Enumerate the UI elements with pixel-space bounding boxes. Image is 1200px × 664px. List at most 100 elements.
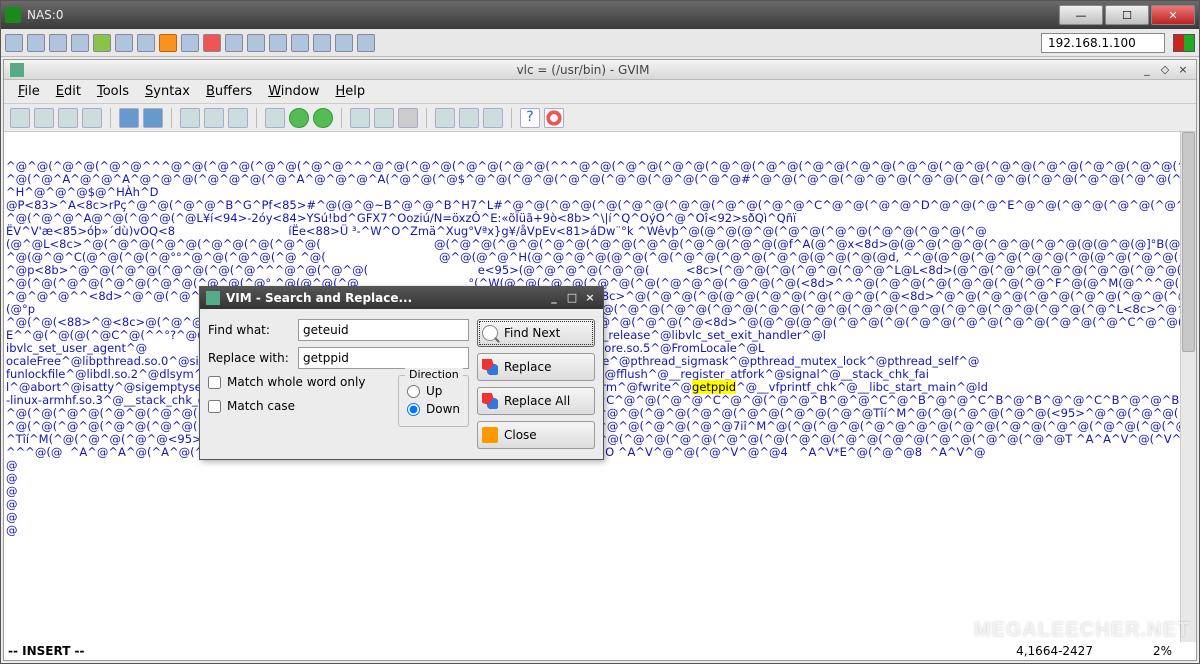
make-icon[interactable] xyxy=(374,108,394,128)
toolbar-icon-13[interactable] xyxy=(291,34,309,52)
help-question-icon[interactable]: ? xyxy=(520,108,540,128)
dialog-close-button[interactable]: × xyxy=(583,291,597,305)
cursor-position: 4,1664-2427 xyxy=(1016,644,1093,658)
match-word-label: Match whole word only xyxy=(227,375,365,389)
saveall-icon[interactable] xyxy=(58,108,78,128)
calendar-icon[interactable] xyxy=(459,108,479,128)
replace-all-button[interactable]: Replace All xyxy=(477,387,595,415)
toolbar-icon-2[interactable] xyxy=(27,34,45,52)
direction-down-label: Down xyxy=(426,402,460,416)
toolbar-icon-11[interactable] xyxy=(247,34,265,52)
menu-syntax[interactable]: Syntax xyxy=(137,82,198,101)
copy-icon[interactable] xyxy=(204,108,224,128)
findnext-icon[interactable] xyxy=(289,108,309,128)
dialog-title: VIM - Search and Replace... xyxy=(226,291,543,305)
toolbar-icon-4[interactable] xyxy=(71,34,89,52)
tag-icon[interactable] xyxy=(435,108,455,128)
find-label: Find what: xyxy=(208,323,298,337)
replace-label: Replace with: xyxy=(208,351,298,365)
gvim-maximize-button[interactable]: ◇ xyxy=(1158,63,1172,77)
toolbar-icon-16[interactable] xyxy=(357,34,375,52)
mode-indicator: -- INSERT -- xyxy=(8,644,85,658)
session-icon[interactable] xyxy=(350,108,370,128)
window-buttons: — ☐ ✕ xyxy=(1059,5,1195,25)
dialog-minimize-button[interactable]: _ xyxy=(547,291,561,305)
gvim-menubar: File Edit Tools Syntax Buffers Window He… xyxy=(4,80,1196,104)
scroll-percent: 2% xyxy=(1153,644,1172,658)
dialog-maximize-button[interactable]: □ xyxy=(565,291,579,305)
toolbar-icon-10[interactable] xyxy=(225,34,243,52)
direction-group: Direction Up Down xyxy=(398,375,469,427)
find-input[interactable] xyxy=(298,319,469,341)
save-icon[interactable] xyxy=(34,108,54,128)
toolbar-icon-1[interactable] xyxy=(5,34,23,52)
match-case-checkbox[interactable] xyxy=(208,400,221,413)
search-replace-dialog: VIM - Search and Replace... _ □ × Find w… xyxy=(199,286,604,460)
find-next-button[interactable]: Find Next xyxy=(477,319,595,347)
close-icon xyxy=(482,427,498,443)
replace-all-icon xyxy=(482,393,498,409)
menu-help[interactable]: Help xyxy=(327,82,373,101)
direction-up-label: Up xyxy=(426,384,442,398)
close-dialog-button[interactable]: Close xyxy=(477,421,595,449)
direction-down-radio[interactable] xyxy=(407,403,420,416)
direction-up-radio[interactable] xyxy=(407,385,420,398)
cut-icon[interactable] xyxy=(180,108,200,128)
toolbar-icon-14[interactable] xyxy=(313,34,331,52)
find-icon[interactable] xyxy=(265,108,285,128)
gvim-titlebar: vlc = (/usr/bin) - GVIM _ ◇ × xyxy=(4,60,1196,80)
watermark: MEGALEECHER.NET xyxy=(974,619,1190,642)
gvim-icon xyxy=(10,63,24,77)
script-icon[interactable] xyxy=(483,108,503,128)
gvim-title: vlc = (/usr/bin) - GVIM xyxy=(30,63,1136,77)
menu-file[interactable]: File xyxy=(10,82,48,101)
dialog-titlebar[interactable]: VIM - Search and Replace... _ □ × xyxy=(200,287,603,309)
toolbar-icon-15[interactable] xyxy=(335,34,353,52)
match-word-checkbox[interactable] xyxy=(208,376,221,389)
menu-edit[interactable]: Edit xyxy=(48,82,89,101)
close-button[interactable]: ✕ xyxy=(1151,5,1195,25)
redo-icon[interactable] xyxy=(143,108,163,128)
outer-titlebar: NAS:0 — ☐ ✕ xyxy=(1,1,1199,29)
toolbar-icon-6[interactable] xyxy=(115,34,133,52)
gvim-close-button[interactable]: × xyxy=(1176,63,1190,77)
menu-tools[interactable]: Tools xyxy=(89,82,137,101)
outer-window: NAS:0 — ☐ ✕ vlc = (/usr/bin) - GVIM _ xyxy=(0,0,1200,664)
app-icon xyxy=(5,7,21,23)
toolbar-icon-3[interactable] xyxy=(49,34,67,52)
statusbar: -- INSERT -- 4,1664-2427 2% xyxy=(4,642,1196,660)
find-icon xyxy=(482,325,498,341)
toolbar-icon-5[interactable] xyxy=(93,34,111,52)
ip-address-input[interactable] xyxy=(1041,33,1165,53)
findprev-icon[interactable] xyxy=(313,108,333,128)
toolbar-icon-8[interactable] xyxy=(181,34,199,52)
gvim-toolbar: ? xyxy=(4,104,1196,132)
open-icon[interactable] xyxy=(10,108,30,128)
gvim-window: vlc = (/usr/bin) - GVIM _ ◇ × File Edit … xyxy=(3,59,1197,661)
dialog-icon xyxy=(206,291,220,305)
scrollbar-thumb[interactable] xyxy=(1182,132,1195,352)
maximize-button[interactable]: ☐ xyxy=(1105,5,1149,25)
gvim-minimize-button[interactable]: _ xyxy=(1140,63,1154,77)
menu-window[interactable]: Window xyxy=(260,82,327,101)
toolbar-icon-alert[interactable] xyxy=(159,34,177,52)
replace-button[interactable]: Replace xyxy=(477,353,595,381)
undo-icon[interactable] xyxy=(119,108,139,128)
window-title: NAS:0 xyxy=(27,8,1059,22)
toolbar-icon-9[interactable] xyxy=(203,34,221,52)
replace-icon xyxy=(482,359,498,375)
match-case-label: Match case xyxy=(227,399,295,413)
toolbar-icon-7[interactable] xyxy=(137,34,155,52)
paste-icon[interactable] xyxy=(228,108,248,128)
direction-legend: Direction xyxy=(405,368,463,381)
outer-toolbar xyxy=(1,29,1199,57)
help-lifesaver-icon[interactable] xyxy=(544,108,564,128)
scrollbar[interactable] xyxy=(1180,132,1196,642)
print-icon[interactable] xyxy=(82,108,102,128)
menu-buffers[interactable]: Buffers xyxy=(198,82,260,101)
settings-icon[interactable] xyxy=(398,108,418,128)
toolbar-icon-12[interactable] xyxy=(269,34,287,52)
status-indicator xyxy=(1173,34,1195,52)
minimize-button[interactable]: — xyxy=(1059,5,1103,25)
replace-input[interactable] xyxy=(298,347,469,369)
